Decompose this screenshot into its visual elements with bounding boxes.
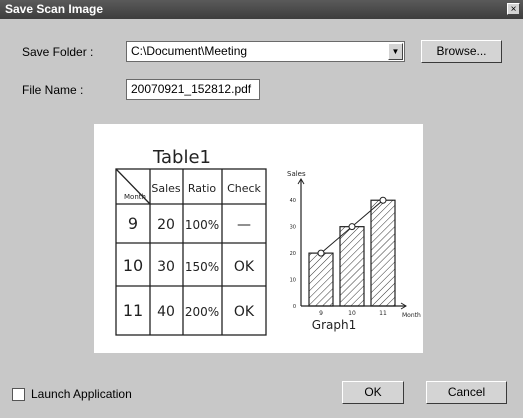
save-scan-image-dialog: Save Scan Image × Save Folder : C:\Docum… [0, 0, 523, 418]
graph-point [348, 223, 356, 231]
table-cell: 100% [185, 218, 219, 232]
ok-button-label: OK [364, 385, 382, 399]
scan-preview: Table1 Month Sales Ratio Check 9 20 100%… [94, 124, 423, 353]
table-cell: OK [234, 259, 255, 275]
table-header-month: Month [124, 193, 146, 201]
cancel-button[interactable]: Cancel [426, 381, 507, 404]
table-cell: OK [234, 304, 255, 320]
graph-x-tick-label: 9 [319, 310, 323, 317]
table-cell: — [237, 217, 251, 233]
title-bar[interactable]: Save Scan Image × [0, 0, 523, 19]
graph-y-axis-label: Sales [287, 170, 306, 178]
table-cell: 10 [123, 256, 143, 275]
close-icon: × [510, 4, 517, 15]
table-header-sales: Sales [151, 182, 181, 195]
table-header-check: Check [227, 182, 261, 195]
sales-graph: Sales Month Graph1 0 10 20 30 40 9 10 11 [287, 170, 421, 332]
table-cell: 40 [157, 304, 175, 320]
graph-x-tick-label: 10 [348, 310, 356, 317]
graph-y-tick-label: 10 [290, 278, 296, 284]
save-folder-dropdown-button[interactable]: ▼ [388, 43, 403, 60]
table-cell: 20 [157, 217, 175, 233]
table-cell: 200% [185, 305, 219, 319]
file-name-input[interactable]: 20070921_152812.pdf [126, 79, 260, 100]
graph-bar [308, 252, 334, 307]
graph-caption: Graph1 [312, 318, 356, 332]
graph-point [379, 196, 387, 204]
file-name-value: 20070921_152812.pdf [131, 82, 252, 96]
scan-preview-canvas: Table1 Month Sales Ratio Check 9 20 100%… [115, 147, 421, 336]
graph-x-axis-label: Month [402, 312, 421, 319]
graph-bar [339, 226, 365, 307]
ok-button[interactable]: OK [342, 381, 404, 404]
launch-application-checkbox[interactable] [12, 388, 25, 401]
browse-button[interactable]: Browse... [421, 40, 502, 63]
save-folder-label: Save Folder : [22, 45, 94, 59]
save-folder-value: C:\Document\Meeting [131, 44, 248, 58]
file-name-label: File Name : [22, 83, 84, 97]
graph-y-tick-label: 40 [290, 198, 296, 204]
table-cell: 9 [128, 214, 138, 233]
table-title: Table1 [152, 147, 211, 168]
launch-application-label[interactable]: Launch Application [31, 387, 132, 401]
graph-y-tick-label: 20 [290, 251, 296, 257]
graph-y-tick-label: 30 [290, 225, 296, 231]
table-cell: 30 [157, 259, 175, 275]
cancel-button-label: Cancel [447, 385, 486, 399]
table-cell: 11 [123, 301, 143, 320]
dialog-title: Save Scan Image [5, 2, 104, 16]
graph-x-tick-label: 11 [379, 310, 387, 317]
graph-point [317, 249, 325, 257]
browse-button-label: Browse... [436, 44, 487, 58]
graph-y-tick-label: 0 [293, 304, 296, 310]
save-folder-combobox[interactable]: C:\Document\Meeting ▼ [126, 41, 405, 62]
graph-bar [370, 199, 396, 307]
close-button[interactable]: × [507, 3, 520, 15]
chevron-down-icon: ▼ [391, 47, 400, 56]
table-header-ratio: Ratio [188, 182, 217, 195]
table-cell: 150% [185, 260, 219, 274]
